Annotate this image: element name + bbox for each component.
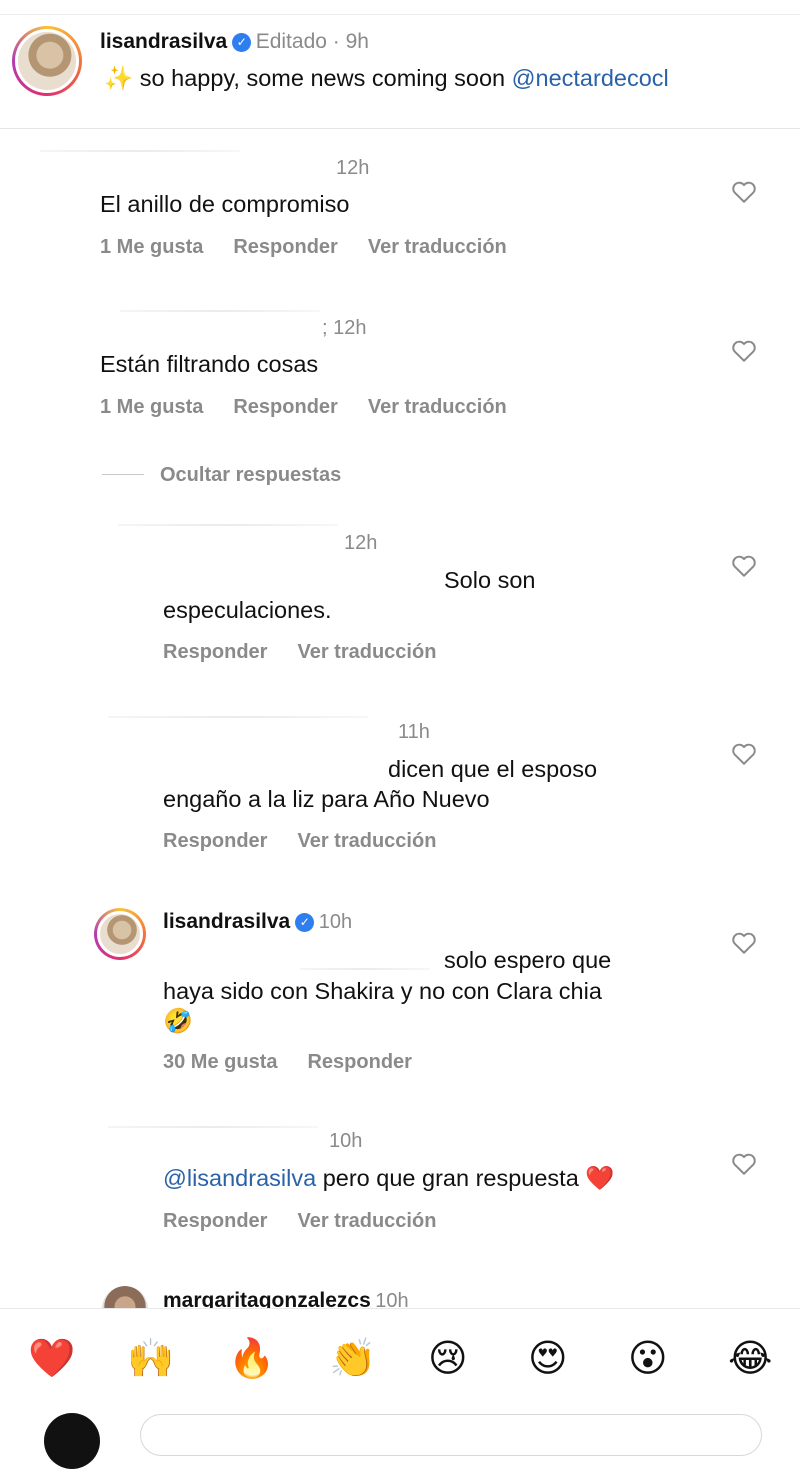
- reply-actions: Responder Ver traducción: [163, 830, 466, 853]
- caption-mention-link[interactable]: @nectardecocl: [512, 65, 669, 91]
- reply-button[interactable]: Responder: [163, 1210, 267, 1232]
- reaction-fire[interactable]: 🔥: [228, 1337, 275, 1381]
- top-divider: [0, 14, 800, 15]
- reply-time: 10h: [318, 911, 353, 933]
- reply-text-line2: haya sido con Shakira y no con Clara chi…: [163, 978, 602, 1004]
- heart-like-icon[interactable]: [731, 742, 757, 766]
- reply-button[interactable]: Responder: [307, 1051, 411, 1073]
- reaction-raised-hands[interactable]: 🙌: [127, 1337, 174, 1381]
- sparkles-emoji: ✨: [104, 65, 134, 91]
- rofl-emoji: 🤣: [163, 1008, 193, 1035]
- post-caption: ✨ so happy, some news coming soon @necta…: [104, 65, 669, 91]
- redacted-username-2: [120, 310, 320, 312]
- comment-input[interactable]: [140, 1414, 762, 1456]
- reply-mention-link[interactable]: @lisandrasilva: [163, 1165, 316, 1191]
- redacted-username-5: [108, 1126, 318, 1128]
- reply-time: 10h: [329, 1130, 363, 1152]
- reaction-heart-eyes[interactable]: 😍: [528, 1337, 568, 1381]
- translate-button[interactable]: Ver traducción: [297, 830, 436, 852]
- reply-text-line2: especulaciones.: [163, 597, 332, 623]
- reply-button[interactable]: Responder: [163, 641, 267, 663]
- heart-like-icon[interactable]: [731, 339, 757, 363]
- reaction-surprised[interactable]: 😮: [628, 1337, 668, 1381]
- reply-button[interactable]: Responder: [163, 830, 267, 852]
- like-count[interactable]: 30 Me gusta: [163, 1051, 277, 1073]
- reaction-clap[interactable]: 👏: [329, 1337, 376, 1381]
- hide-replies-line: [102, 474, 144, 475]
- heart-like-icon[interactable]: [731, 554, 757, 578]
- comment-text: El anillo de compromiso: [100, 191, 350, 217]
- red-heart-emoji: ❤️: [585, 1165, 615, 1191]
- translate-button[interactable]: Ver traducción: [368, 236, 507, 258]
- quick-reactions-bar: ❤️ 🙌 🔥 👏 😢 😍 😮 😂: [0, 1308, 800, 1423]
- redacted-username-1: [40, 150, 240, 152]
- post-author-avatar[interactable]: [12, 26, 82, 96]
- reply-text-line1: dicen que el esposo: [388, 756, 598, 782]
- heart-like-icon[interactable]: [731, 180, 757, 204]
- post-author-username[interactable]: lisandrasilva: [100, 30, 227, 53]
- reply-author-avatar[interactable]: [94, 908, 146, 960]
- reply-time: 12h: [344, 532, 378, 554]
- verified-badge-icon: ✓: [232, 33, 252, 52]
- reply-header: lisandrasilva ✓ 10h: [163, 910, 352, 934]
- comment-time: ; 12h: [322, 317, 367, 339]
- comment-time: 12h: [336, 157, 370, 179]
- reply-author-username[interactable]: lisandrasilva: [163, 910, 290, 933]
- translate-button[interactable]: Ver traducción: [297, 1210, 436, 1232]
- reply-actions: 30 Me gusta Responder: [163, 1051, 442, 1074]
- reaction-heart[interactable]: ❤️: [28, 1337, 75, 1381]
- post-meta: Editado · 9h: [255, 30, 369, 53]
- translate-button[interactable]: Ver traducción: [297, 641, 436, 663]
- comment-actions: 1 Me gusta Responder Ver traducción: [100, 236, 537, 259]
- reply-text-line1: Solo son: [444, 567, 536, 593]
- caption-divider: [0, 128, 800, 129]
- reply-text-line2: engaño a la liz para Año Nuevo: [163, 786, 490, 812]
- reply-time: 11h: [398, 721, 430, 743]
- reply-actions: Responder Ver traducción: [163, 641, 466, 664]
- reply-text-line1: solo espero que: [444, 947, 612, 973]
- comment-text: Están filtrando cosas: [100, 351, 319, 377]
- redacted-mention: [300, 968, 430, 970]
- comment-actions: 1 Me gusta Responder Ver traducción: [100, 396, 537, 419]
- like-count[interactable]: 1 Me gusta: [100, 236, 203, 258]
- redacted-username-3: [118, 524, 338, 526]
- hide-replies-button[interactable]: Ocultar respuestas: [160, 464, 341, 487]
- reaction-laughing[interactable]: 😂: [728, 1337, 772, 1381]
- like-count[interactable]: 1 Me gusta: [100, 396, 203, 418]
- reply-actions: Responder Ver traducción: [163, 1210, 466, 1233]
- reply-button[interactable]: Responder: [233, 396, 337, 418]
- translate-button[interactable]: Ver traducción: [368, 396, 507, 418]
- heart-like-icon[interactable]: [731, 1152, 757, 1176]
- post-header: lisandrasilva ✓ Editado · 9h: [100, 30, 369, 54]
- current-user-avatar[interactable]: [44, 1413, 100, 1469]
- reply-button[interactable]: Responder: [233, 236, 337, 258]
- redacted-username-4: [108, 716, 368, 718]
- verified-badge-icon: ✓: [295, 913, 315, 932]
- reaction-crying[interactable]: 😢: [428, 1337, 468, 1381]
- reply-text: @lisandrasilva pero que gran respuesta ❤…: [163, 1165, 615, 1191]
- heart-like-icon[interactable]: [731, 931, 757, 955]
